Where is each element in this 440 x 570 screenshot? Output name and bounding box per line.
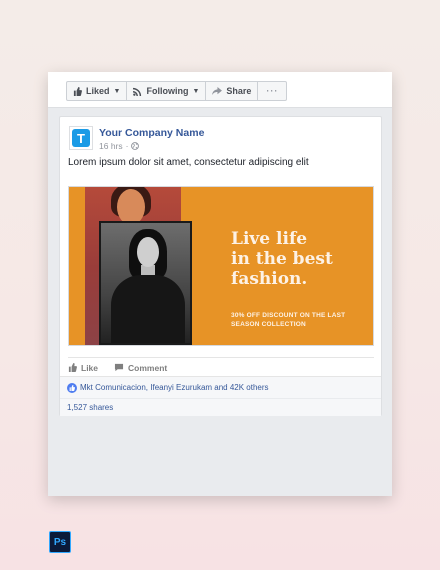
liked-label: Liked (86, 86, 110, 96)
photoshop-label: Ps (53, 536, 67, 548)
like-label: Like (81, 362, 99, 373)
banner-subtext: 30% OFF DISCOUNT ON THE LAST SEASON COLL… (231, 311, 361, 329)
model-face-shape (137, 237, 159, 267)
rss-icon (133, 87, 142, 96)
shares-count-link[interactable]: 1,527 shares (60, 398, 381, 416)
share-label: Share (226, 86, 252, 96)
following-label: Following (146, 86, 189, 96)
page-name-link[interactable]: Your Company Name (99, 127, 204, 139)
share-arrow-icon (212, 86, 223, 95)
post-actions: Like Comment (68, 357, 374, 377)
following-button[interactable]: Following ▼ (126, 81, 207, 101)
meta-separator: · (125, 141, 129, 151)
thumbs-up-icon (73, 86, 82, 96)
model-photo-front (99, 221, 192, 345)
thumbs-up-icon (68, 363, 77, 372)
thumbs-up-icon (69, 384, 75, 391)
comment-label: Comment (128, 362, 168, 373)
post-card: T Your Company Name 16 hrs · Lorem ipsum… (59, 116, 382, 416)
model-jacket-shape (111, 275, 185, 343)
comment-icon (114, 363, 124, 372)
like-reaction-icon (67, 382, 77, 393)
post-meta: 16 hrs · (99, 141, 140, 151)
subtext-line: 30% OFF DISCOUNT ON THE LAST (231, 312, 346, 319)
post-image-banner[interactable]: Live life in the best fashion. 30% OFF D… (68, 186, 374, 346)
headline-line: in the best (231, 249, 333, 269)
more-options-button[interactable]: ··· (257, 81, 288, 101)
photoshop-icon: Ps (49, 531, 71, 553)
headline-line: Live life (231, 229, 308, 249)
reactions-bar: Mkt Comunicacion, Ifeanyi Ezurukam and 4… (60, 376, 381, 398)
liked-button[interactable]: Liked ▼ (66, 81, 128, 101)
model-face-shape (117, 189, 145, 225)
globe-icon (131, 142, 140, 150)
facebook-post-mockup: Liked ▼ Following ▼ Share ··· T Your Com… (48, 72, 392, 496)
share-button[interactable]: Share (205, 81, 259, 101)
page-avatar[interactable]: T (69, 126, 93, 150)
banner-headline: Live life in the best fashion. (231, 229, 371, 289)
more-label: ··· (266, 86, 279, 96)
chevron-down-icon: ▼ (192, 87, 200, 95)
company-logo-icon: T (72, 129, 90, 147)
logo-letter: T (77, 130, 85, 146)
post-text: Lorem ipsum dolor sit amet, consectetur … (68, 157, 309, 168)
reactions-summary-link[interactable]: Mkt Comunicacion, Ifeanyi Ezurukam and 4… (80, 383, 269, 392)
comment-button[interactable]: Comment (114, 363, 167, 373)
headline-line: fashion. (231, 269, 308, 289)
chevron-down-icon: ▼ (113, 87, 121, 95)
page-action-buttons: Liked ▼ Following ▼ Share ··· (66, 81, 288, 101)
page-action-bar: Liked ▼ Following ▼ Share ··· (48, 72, 392, 108)
like-button[interactable]: Like (68, 363, 98, 373)
subtext-line: SEASON COLLECTION (231, 321, 306, 328)
post-timestamp[interactable]: 16 hrs (99, 141, 123, 151)
